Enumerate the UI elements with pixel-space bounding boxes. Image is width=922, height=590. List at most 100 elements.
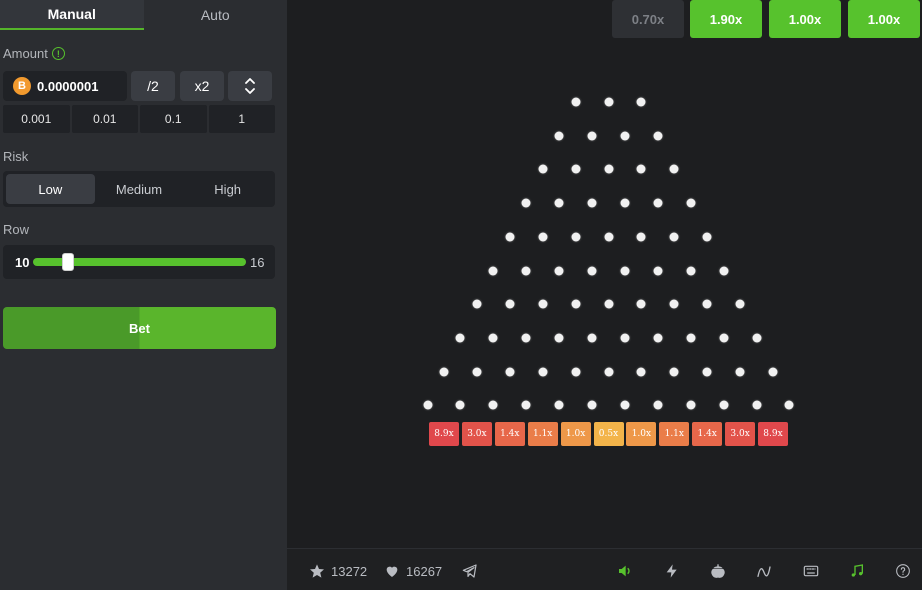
peg	[455, 333, 465, 343]
amount-input[interactable]: B 0.0000001	[3, 71, 127, 101]
peg	[686, 266, 696, 275]
peg	[439, 367, 449, 377]
peg	[587, 131, 597, 141]
row-slider[interactable]	[33, 253, 246, 271]
peg	[784, 400, 794, 410]
peg	[653, 333, 663, 343]
help-icon[interactable]	[894, 562, 912, 580]
peg	[653, 131, 663, 141]
peg	[571, 164, 581, 174]
peg	[636, 367, 646, 377]
peg	[587, 198, 597, 208]
peg	[554, 266, 564, 275]
amount-stepper-button[interactable]	[228, 71, 272, 101]
multiplier-slot: 8.9x	[758, 422, 788, 446]
peg	[653, 266, 663, 275]
bet-button[interactable]: Bet	[3, 307, 276, 349]
peg	[620, 400, 630, 410]
lightning-icon[interactable]	[663, 562, 681, 580]
peg	[488, 400, 498, 410]
likes-stat[interactable]: 16267	[384, 563, 442, 579]
peg	[505, 367, 515, 377]
peg	[735, 367, 745, 377]
multiplier-slot: 1.1x	[659, 422, 690, 446]
peg	[669, 367, 679, 377]
tab-auto[interactable]: Auto	[144, 0, 288, 30]
risk-option-high[interactable]: High	[183, 174, 272, 204]
peg	[669, 232, 679, 242]
acorn-icon[interactable]	[709, 562, 727, 580]
peg	[505, 232, 515, 242]
quick-amounts: 0.001 0.01 0.1 1	[3, 105, 275, 133]
risk-option-medium[interactable]: Medium	[95, 174, 184, 204]
peg	[488, 266, 498, 275]
peg	[768, 367, 778, 377]
multiplier-slot: 1.0x	[626, 422, 657, 446]
quick-amount-button[interactable]: 0.01	[71, 105, 138, 133]
peg	[505, 299, 515, 309]
peg	[554, 198, 564, 208]
favorites-stat[interactable]: 13272	[309, 563, 367, 579]
peg	[653, 198, 663, 208]
peg	[571, 232, 581, 242]
curve-icon[interactable]	[755, 562, 773, 580]
peg	[604, 367, 613, 377]
telegram-icon[interactable]	[461, 562, 479, 580]
row-label: Row	[3, 222, 30, 237]
peg	[538, 164, 548, 174]
quick-amount-button[interactable]: 1	[208, 105, 275, 133]
star-icon	[310, 564, 324, 578]
halve-amount-button[interactable]: /2	[131, 71, 175, 101]
risk-selector: Low Medium High	[3, 171, 275, 207]
peg	[719, 400, 729, 410]
peg	[686, 198, 696, 208]
multiplier-slot: 3.0x	[461, 422, 492, 446]
peg	[554, 131, 564, 141]
peg	[636, 164, 646, 174]
peg	[604, 164, 613, 174]
peg	[620, 198, 630, 208]
peg	[521, 333, 531, 343]
peg	[604, 232, 613, 242]
peg	[620, 266, 630, 275]
risk-option-low[interactable]: Low	[6, 174, 95, 204]
footer-bar: 13272 16267	[287, 548, 922, 590]
multiplier-slot: 8.9x	[429, 422, 459, 446]
peg	[554, 333, 564, 343]
risk-label: Risk	[3, 149, 29, 164]
music-icon[interactable]	[848, 562, 866, 580]
peg	[620, 131, 630, 141]
peg	[636, 97, 646, 107]
multiplier-slot: 1.0x	[560, 422, 591, 446]
peg	[538, 299, 548, 309]
peg	[669, 299, 679, 309]
amount-value: 0.0000001	[37, 78, 99, 94]
peg	[686, 400, 696, 410]
bet-panel: Manual Auto Amount ! B 0.0000001 /2 x2 0…	[0, 0, 287, 590]
peg	[702, 232, 712, 242]
peg	[702, 367, 712, 377]
game-area: 0.70x 1.90x 1.00x 1.00x 8.9x 3.0x 1.4x 1.1x…	[287, 0, 922, 590]
double-amount-button[interactable]: x2	[180, 71, 224, 101]
peg	[423, 400, 433, 410]
sound-icon[interactable]	[616, 562, 634, 580]
peg	[538, 367, 548, 377]
peg	[488, 333, 498, 343]
keyboard-icon[interactable]	[802, 562, 820, 580]
peg	[752, 400, 762, 410]
quick-amount-button[interactable]: 0.001	[3, 105, 70, 133]
peg	[702, 299, 712, 309]
favorites-count: 13272	[331, 563, 368, 579]
quick-amount-button[interactable]: 0.1	[140, 105, 207, 133]
chevron-up-down-icon	[245, 78, 255, 94]
heart-icon	[386, 566, 398, 577]
peg	[719, 266, 729, 275]
row-slider-handle[interactable]	[62, 253, 75, 271]
multiplier-slot: 0.5x	[593, 422, 624, 446]
tab-manual[interactable]: Manual	[0, 0, 144, 30]
amount-label: Amount !	[3, 46, 65, 61]
peg	[669, 164, 679, 174]
mode-tabs: Manual Auto	[0, 0, 287, 30]
info-icon[interactable]: !	[51, 47, 65, 60]
peg	[620, 333, 630, 343]
